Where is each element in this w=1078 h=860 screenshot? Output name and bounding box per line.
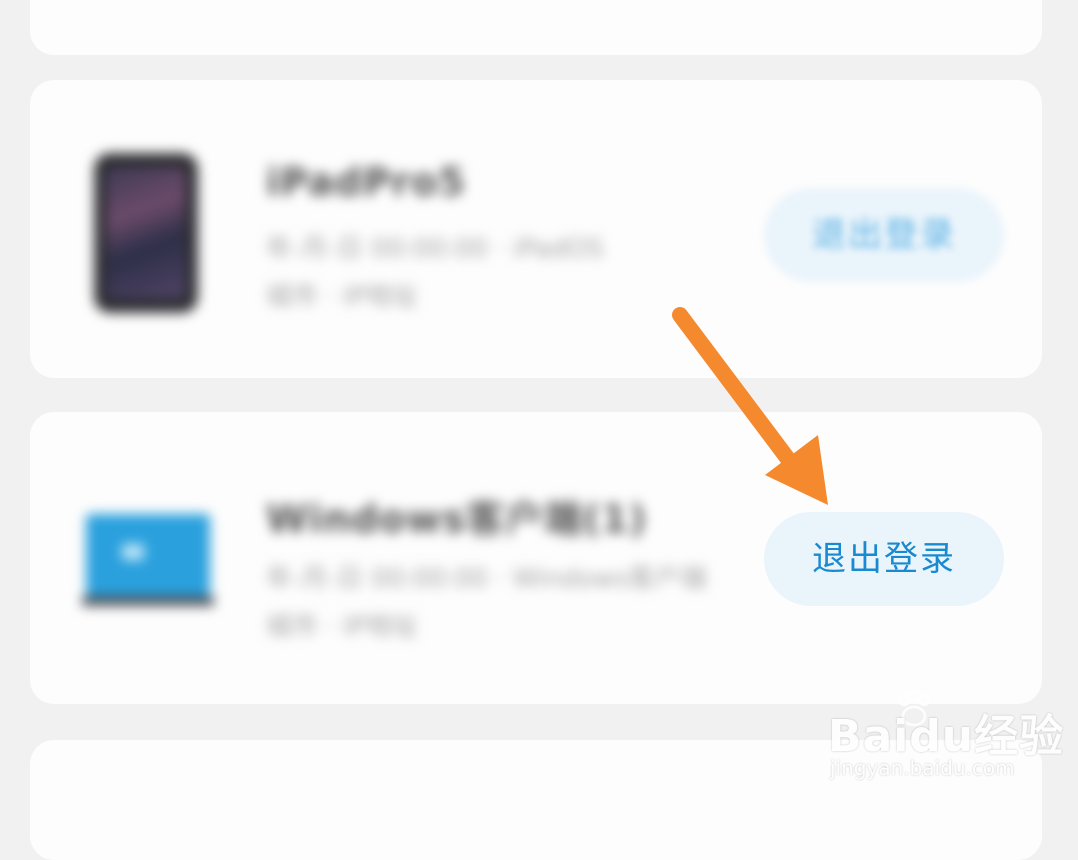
laptop-screen	[86, 514, 210, 596]
watermark-brand: Baidu经验	[828, 711, 1065, 762]
annotation-arrow-icon	[672, 307, 828, 505]
device-login-time: 年-月-日 00:00:00 · iPadOS	[266, 234, 604, 264]
device-card-previous	[30, 0, 1042, 55]
logout-button[interactable]: 退出登录	[764, 188, 1004, 282]
device-name: Windows客户端(1)	[266, 497, 648, 541]
laptop-icon	[82, 514, 214, 606]
tablet-icon	[98, 157, 194, 309]
device-card-ipad: iPadPro5 年-月-日 00:00:00 · iPadOS 城市 · IP…	[30, 80, 1042, 378]
tablet-screen	[106, 167, 186, 299]
laptop-base	[82, 596, 214, 606]
baidu-watermark: Baidu经验 jingyan.baidu.com	[828, 690, 1063, 788]
device-location: 城市 · IP地址	[266, 282, 419, 312]
device-name: iPadPro5	[266, 160, 466, 204]
device-card-windows: Windows客户端(1) 年-月-日 00:00:00 · Windows客户…	[30, 412, 1042, 704]
device-login-time: 年-月-日 00:00:00 · Windows客户端	[266, 564, 707, 594]
logout-button[interactable]: 退出登录	[764, 512, 1004, 606]
device-location: 城市 · IP地址	[266, 612, 419, 642]
watermark-url: jingyan.baidu.com	[830, 756, 1015, 780]
